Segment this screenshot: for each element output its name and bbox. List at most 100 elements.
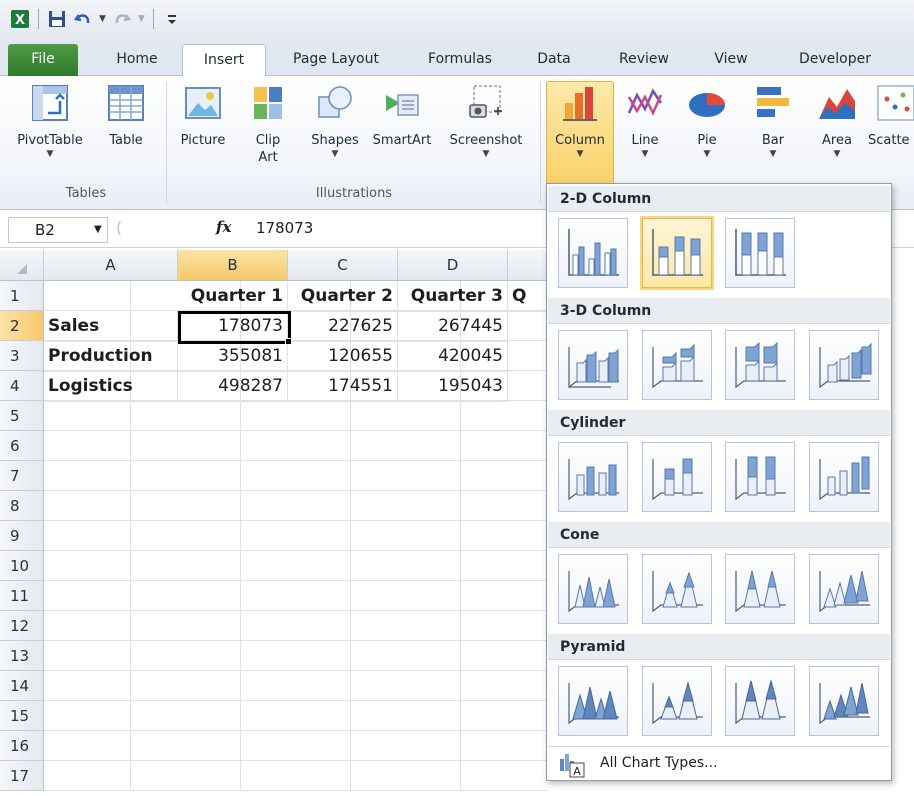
row-header[interactable]: 15 bbox=[0, 701, 44, 731]
cell-c3[interactable]: 120655 bbox=[288, 341, 398, 372]
row-header[interactable]: 5 bbox=[0, 401, 44, 431]
tab-data[interactable]: Data bbox=[528, 44, 580, 76]
cell-d4[interactable]: 195043 bbox=[398, 371, 508, 402]
cell-a2[interactable]: Sales bbox=[44, 311, 178, 342]
clustered-cone-option[interactable] bbox=[558, 554, 628, 624]
100-stacked-pyramid-option[interactable] bbox=[725, 666, 795, 736]
cell-c4[interactable]: 174551 bbox=[288, 371, 398, 402]
column-chart-button[interactable]: Column ▼ bbox=[546, 81, 614, 185]
pie-chart-button[interactable]: Pie ▼ bbox=[682, 82, 732, 159]
row-header[interactable]: 3 bbox=[0, 341, 44, 371]
redo-dropdown-icon[interactable]: ▼ bbox=[138, 14, 145, 24]
stacked-pyramid-option[interactable] bbox=[642, 666, 712, 736]
tab-review[interactable]: Review bbox=[606, 44, 682, 76]
column-header-e[interactable] bbox=[508, 250, 548, 281]
tab-home[interactable]: Home bbox=[106, 44, 168, 76]
cell-c1[interactable]: Quarter 2 bbox=[288, 281, 398, 312]
line-chart-label: Line bbox=[631, 133, 659, 148]
3d-pyramid-option[interactable] bbox=[809, 666, 879, 736]
select-all-corner[interactable] bbox=[0, 250, 44, 281]
cell-b3[interactable]: 355081 bbox=[178, 341, 288, 372]
qat-separator bbox=[152, 9, 154, 29]
shapes-icon bbox=[314, 82, 356, 124]
row-header[interactable]: 1 bbox=[0, 281, 44, 311]
100-stacked-column-option[interactable] bbox=[725, 218, 795, 288]
column-header-b[interactable]: B bbox=[178, 250, 288, 281]
100-stacked-cylinder-option[interactable] bbox=[725, 442, 795, 512]
redo-icon[interactable] bbox=[112, 9, 132, 29]
insert-function-icon[interactable]: fx bbox=[216, 218, 231, 236]
all-chart-types-button[interactable]: A All Chart Types... bbox=[548, 746, 890, 780]
cell-e1[interactable]: Q bbox=[508, 281, 548, 312]
3d-clustered-column-option[interactable] bbox=[558, 330, 628, 400]
row-header[interactable]: 2 bbox=[0, 311, 44, 341]
row-header[interactable]: 11 bbox=[0, 581, 44, 611]
shapes-dropdown-icon: ▼ bbox=[331, 149, 339, 159]
shapes-label: Shapes bbox=[311, 133, 359, 148]
name-box-dropdown-icon[interactable]: ▼ bbox=[94, 224, 102, 235]
group-separator bbox=[166, 82, 167, 204]
cell-d3[interactable]: 420045 bbox=[398, 341, 508, 372]
row-header[interactable]: 7 bbox=[0, 461, 44, 491]
clustered-cylinder-option[interactable] bbox=[558, 442, 628, 512]
clustered-column-option[interactable] bbox=[558, 218, 628, 288]
excel-logo-icon: X bbox=[10, 9, 30, 29]
tab-file[interactable]: File bbox=[8, 44, 78, 76]
cell-d2[interactable]: 267445 bbox=[398, 311, 508, 342]
100-stacked-cone-option[interactable] bbox=[725, 554, 795, 624]
name-box[interactable]: B2 bbox=[8, 217, 108, 243]
screenshot-button[interactable]: Screenshot ▼ bbox=[440, 82, 532, 159]
cell-c2[interactable]: 227625 bbox=[288, 311, 398, 342]
3d-column-option[interactable] bbox=[809, 330, 879, 400]
pivottable-button[interactable]: PivotTable ▼ bbox=[8, 82, 92, 159]
row-header[interactable]: 13 bbox=[0, 641, 44, 671]
line-chart-button[interactable]: Line ▼ bbox=[620, 82, 670, 159]
save-icon[interactable] bbox=[47, 9, 67, 29]
cell-a3[interactable]: Production bbox=[44, 341, 178, 372]
row-header[interactable]: 10 bbox=[0, 551, 44, 581]
3d-100-stacked-column-option[interactable] bbox=[725, 330, 795, 400]
stacked-cone-option[interactable] bbox=[642, 554, 712, 624]
row-header[interactable]: 4 bbox=[0, 371, 44, 401]
3d-cylinder-option[interactable] bbox=[809, 442, 879, 512]
customize-icon[interactable] bbox=[162, 9, 182, 29]
cell-b1[interactable]: Quarter 1 bbox=[178, 281, 288, 312]
fill-handle[interactable] bbox=[285, 338, 292, 345]
undo-icon[interactable] bbox=[73, 9, 93, 29]
tab-developer[interactable]: Developer bbox=[784, 44, 886, 76]
cell-b4[interactable]: 498287 bbox=[178, 371, 288, 402]
tab-page-layout[interactable]: Page Layout bbox=[280, 44, 392, 76]
area-chart-button[interactable]: Area ▼ bbox=[810, 82, 864, 159]
stacked-cylinder-option[interactable] bbox=[642, 442, 712, 512]
bar-chart-button[interactable]: Bar ▼ bbox=[746, 82, 800, 159]
row-header[interactable]: 8 bbox=[0, 491, 44, 521]
stacked-column-option[interactable] bbox=[642, 218, 712, 288]
table-button[interactable]: Table bbox=[100, 82, 152, 149]
smartart-button[interactable]: SmartArt bbox=[366, 82, 438, 149]
column-header-a[interactable]: A bbox=[44, 250, 178, 281]
clip-art-button[interactable]: Clip Art bbox=[240, 82, 296, 166]
row-header[interactable]: 16 bbox=[0, 731, 44, 761]
column-header-d[interactable]: D bbox=[398, 250, 508, 281]
clustered-pyramid-option[interactable] bbox=[558, 666, 628, 736]
pie-chart-label: Pie bbox=[697, 133, 717, 148]
row-header[interactable]: 17 bbox=[0, 761, 44, 791]
column-header-c[interactable]: C bbox=[288, 250, 398, 281]
tab-formulas[interactable]: Formulas bbox=[412, 44, 508, 76]
3d-cone-option[interactable] bbox=[809, 554, 879, 624]
row-header[interactable]: 9 bbox=[0, 521, 44, 551]
tab-insert[interactable]: Insert bbox=[182, 44, 266, 77]
picture-button[interactable]: Picture bbox=[172, 82, 234, 149]
formula-input[interactable]: 178073 bbox=[256, 219, 313, 237]
undo-dropdown-icon[interactable]: ▼ bbox=[99, 14, 106, 24]
row-header[interactable]: 6 bbox=[0, 431, 44, 461]
cell-a4[interactable]: Logistics bbox=[44, 371, 178, 402]
cell-d1[interactable]: Quarter 3 bbox=[398, 281, 508, 312]
row-header[interactable]: 12 bbox=[0, 611, 44, 641]
line-chart-icon bbox=[624, 82, 666, 124]
scatter-chart-button[interactable]: Scatte bbox=[868, 82, 914, 149]
shapes-button[interactable]: Shapes ▼ bbox=[300, 82, 370, 159]
row-header[interactable]: 14 bbox=[0, 671, 44, 701]
tab-view[interactable]: View bbox=[700, 44, 762, 76]
3d-stacked-column-option[interactable] bbox=[642, 330, 712, 400]
